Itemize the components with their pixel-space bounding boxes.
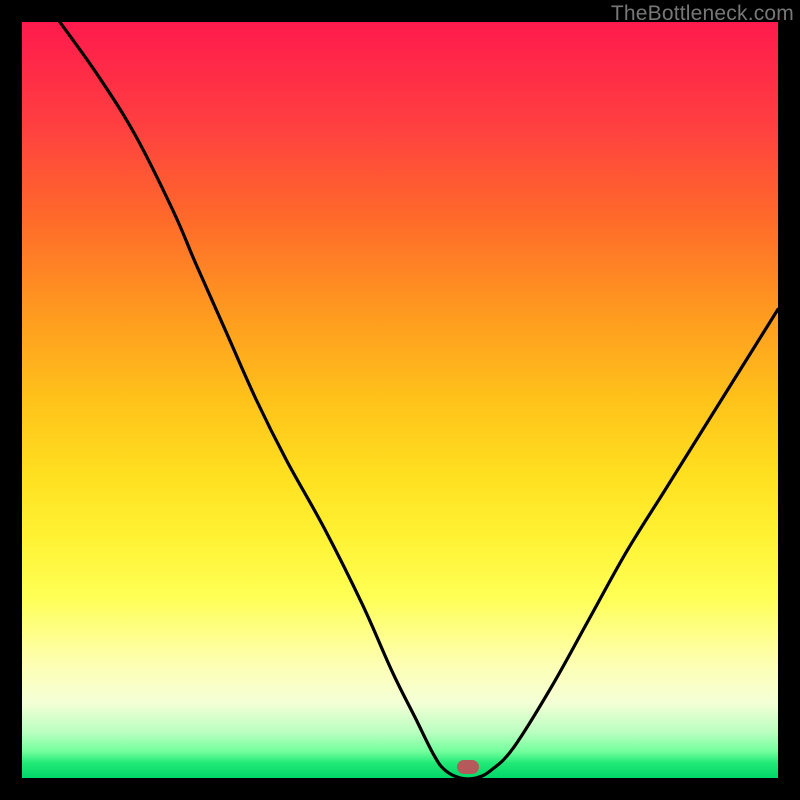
plot-area (22, 22, 778, 778)
curve-path (60, 22, 778, 778)
minimum-marker (457, 760, 479, 774)
chart-frame: TheBottleneck.com (0, 0, 800, 800)
bottleneck-curve (22, 22, 778, 778)
